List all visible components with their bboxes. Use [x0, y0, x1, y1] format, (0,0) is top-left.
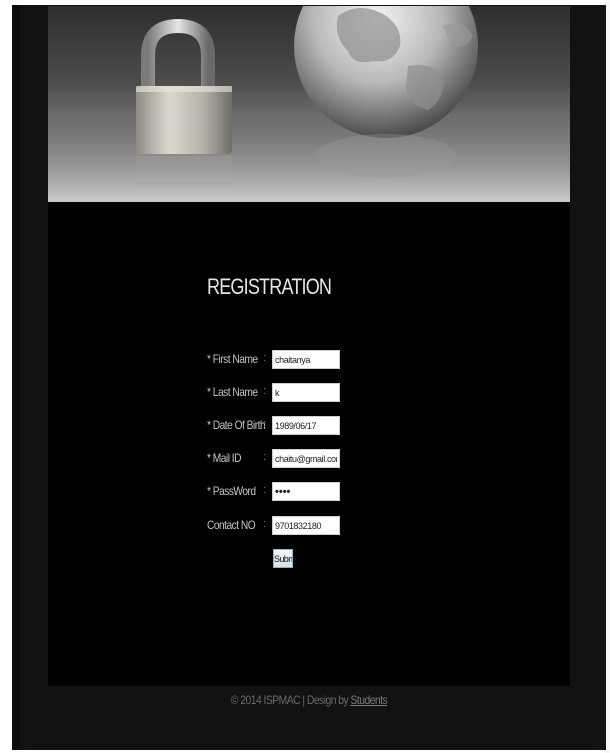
last-name-row: * Last Name :	[207, 383, 407, 403]
mail-id-input[interactable]	[272, 449, 340, 468]
mail-id-label: * Mail ID	[207, 451, 241, 465]
date-of-birth-input[interactable]	[272, 416, 340, 435]
first-name-label: * First Name	[207, 352, 258, 366]
contact-no-label: Contact NO	[207, 518, 256, 532]
field-separator: :	[263, 518, 267, 530]
field-separator: :	[263, 385, 267, 397]
first-name-input[interactable]	[272, 350, 340, 369]
field-separator: :	[263, 352, 267, 364]
password-label: * PassWord	[207, 484, 256, 498]
header-banner	[48, 6, 570, 202]
field-separator: :	[263, 418, 267, 430]
window-edge	[606, 0, 610, 753]
password-input[interactable]	[272, 482, 340, 501]
last-name-input[interactable]	[272, 383, 340, 402]
page-container: REGISTRATION * First Name : * Last Name …	[12, 5, 606, 750]
footer-students-link[interactable]: Students	[351, 693, 388, 707]
field-separator: :	[263, 484, 267, 496]
padlock-globe-image	[48, 6, 570, 202]
first-name-row: * First Name :	[207, 350, 407, 370]
field-separator: :	[263, 451, 267, 463]
date-of-birth-label: * Date Of Birth	[207, 418, 266, 432]
mail-id-row: * Mail ID :	[207, 449, 407, 469]
last-name-label: * Last Name	[207, 385, 258, 399]
registration-panel: REGISTRATION * First Name : * Last Name …	[48, 202, 570, 686]
footer: © 2014 ISPMAC | Design by Students	[54, 693, 565, 707]
submit-button[interactable]: Submit	[273, 549, 293, 568]
date-of-birth-row: * Date Of Birth :	[207, 416, 407, 436]
contact-no-input[interactable]	[272, 516, 340, 535]
footer-copyright: © 2014 ISPMAC | Design by	[230, 693, 349, 707]
page-title: REGISTRATION	[207, 274, 332, 299]
password-row: * PassWord :	[207, 482, 407, 502]
page-edge	[12, 5, 20, 750]
contact-no-row: Contact NO :	[207, 516, 407, 536]
